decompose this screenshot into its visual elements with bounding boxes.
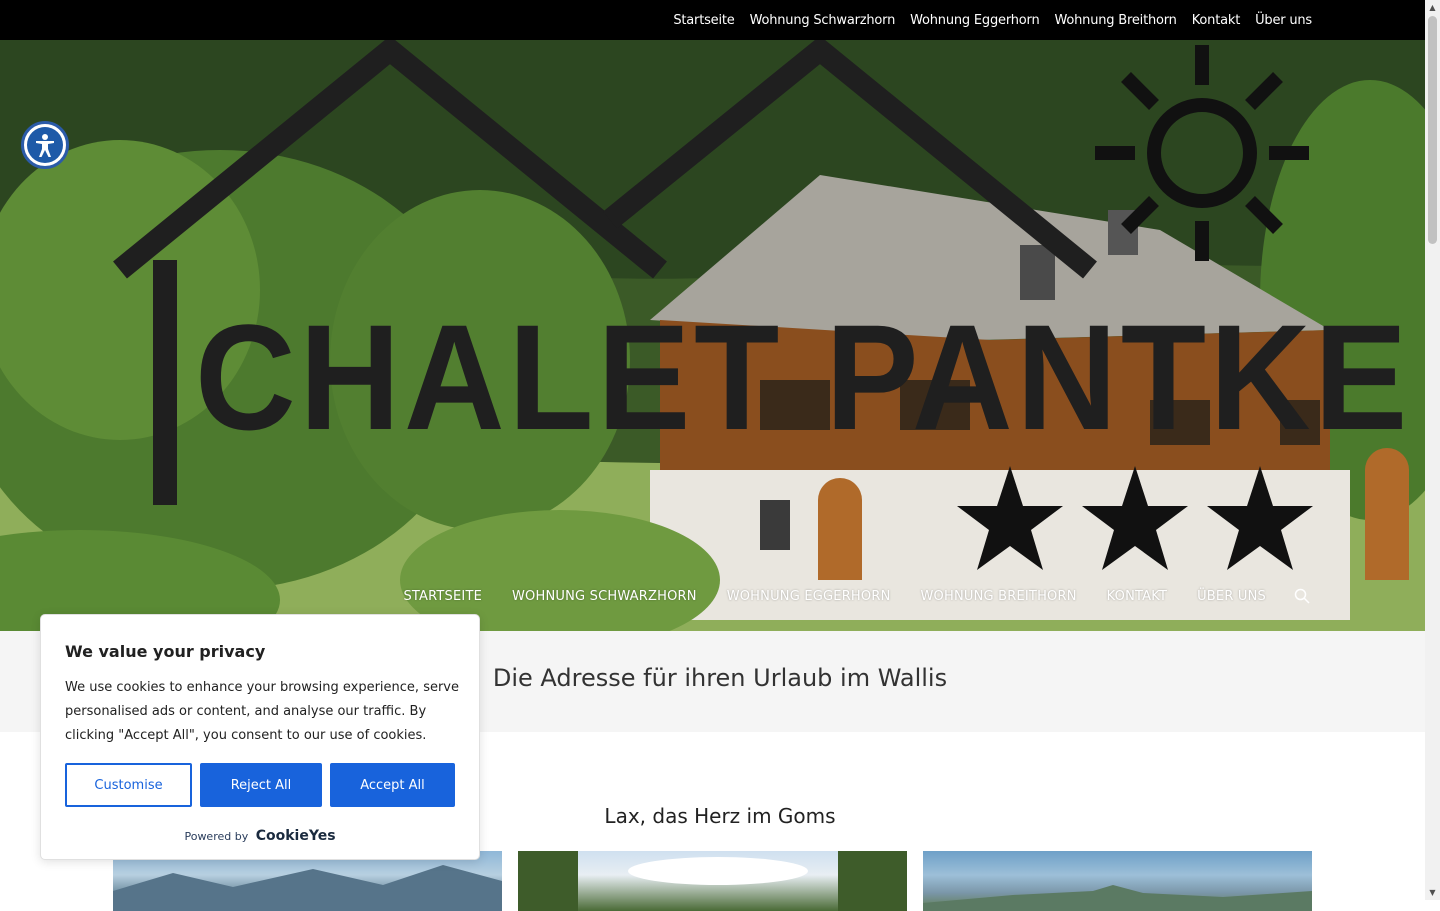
scrollbar-thumb[interactable] [1428,16,1437,244]
topnav-wohnung-schwarzhorn[interactable]: Wohnung Schwarzhorn [750,13,896,28]
accessibility-button[interactable] [21,121,69,169]
gallery-image[interactable] [923,851,1312,911]
top-navigation: Startseite Wohnung Schwarzhorn Wohnung E… [658,0,1312,40]
reject-all-button[interactable]: Reject All [200,763,322,807]
mainnav-wohnung-eggerhorn[interactable]: WOHNUNG EGGERHORN [727,589,891,604]
page-scrollbar[interactable]: ▲ ▼ [1425,0,1440,900]
image-gallery [113,851,1312,911]
gallery-image[interactable] [518,851,907,911]
gallery-image[interactable] [113,851,502,911]
mainnav-startseite[interactable]: STARTSEITE [403,589,482,604]
top-bar: Startseite Wohnung Schwarzhorn Wohnung E… [0,0,1425,40]
scroll-up-icon[interactable]: ▲ [1425,0,1440,15]
logo-stars [957,466,1313,570]
accept-all-button[interactable]: Accept All [330,763,455,807]
search-icon[interactable] [1294,588,1310,604]
topnav-startseite[interactable]: Startseite [673,13,734,28]
powered-by-label: Powered by [184,830,249,843]
star-icon [1207,466,1313,570]
mainnav-wohnung-breithorn[interactable]: WOHNUNG BREITHORN [921,589,1077,604]
topnav-ueber-uns[interactable]: Über uns [1255,13,1312,28]
scroll-down-icon[interactable]: ▼ [1425,885,1440,900]
mainnav-ueber-uns[interactable]: ÜBER UNS [1197,589,1266,604]
cookie-consent-banner: We value your privacy We use cookies to … [40,614,480,860]
main-navigation: STARTSEITE WOHNUNG SCHWARZHORN WOHNUNG E… [373,588,1310,604]
customise-button[interactable]: Customise [65,763,192,807]
logo-text: CHALET PANTKE [195,293,1412,461]
topnav-kontakt[interactable]: Kontakt [1192,13,1241,28]
topnav-wohnung-breithorn[interactable]: Wohnung Breithorn [1055,13,1177,28]
mainnav-wohnung-schwarzhorn[interactable]: WOHNUNG SCHWARZHORN [512,589,697,604]
star-icon [957,466,1063,570]
star-icon [1082,466,1188,570]
topnav-wohnung-eggerhorn[interactable]: Wohnung Eggerhorn [910,13,1040,28]
mainnav-kontakt[interactable]: KONTAKT [1107,589,1167,604]
powered-by: Powered by CookieYes [41,828,479,844]
cookie-description: We use cookies to enhance your browsing … [65,680,459,743]
hero-banner: CHALET PANTKE STARTSEITE WOHNUNG SCHWARZ… [0,40,1425,631]
accessibility-icon [27,127,63,163]
cookie-title: We value your privacy [65,642,266,661]
cookieyes-logo[interactable]: CookieYes [256,828,336,844]
